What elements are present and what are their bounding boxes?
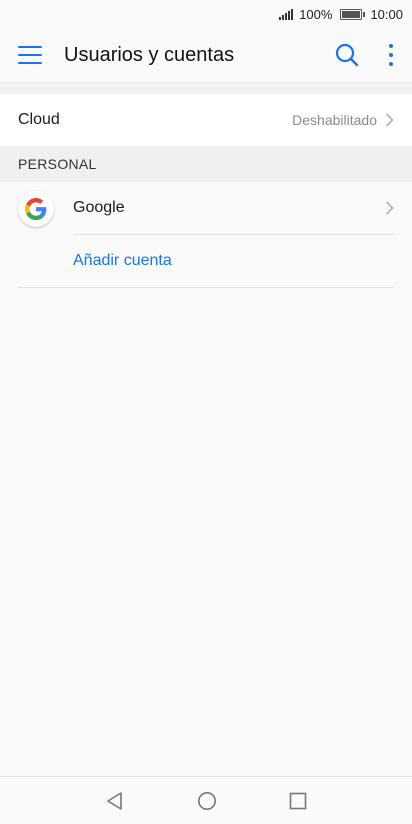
navigation-bar bbox=[0, 776, 412, 824]
cloud-row[interactable]: Cloud Deshabilitado bbox=[0, 94, 412, 146]
back-icon[interactable] bbox=[105, 791, 125, 811]
account-label: Google bbox=[73, 199, 125, 216]
status-bar: 100% 10:00 bbox=[0, 0, 412, 28]
battery-percentage: 100% bbox=[299, 6, 333, 22]
account-list: Google Añadir cuenta bbox=[0, 182, 412, 288]
home-icon[interactable] bbox=[197, 791, 217, 811]
toolbar-divider bbox=[0, 82, 412, 94]
google-logo-icon bbox=[18, 191, 54, 227]
chevron-right-icon bbox=[385, 201, 394, 215]
add-account-button[interactable]: Añadir cuenta bbox=[18, 235, 394, 288]
signal-icon bbox=[279, 8, 294, 20]
add-account-label: Añadir cuenta bbox=[73, 252, 172, 269]
more-options-icon[interactable] bbox=[388, 44, 394, 66]
clock: 10:00 bbox=[370, 6, 403, 22]
account-item-google[interactable]: Google bbox=[18, 182, 394, 235]
battery-icon bbox=[340, 8, 366, 20]
chevron-right-icon bbox=[385, 113, 394, 127]
cloud-label: Cloud bbox=[18, 111, 60, 128]
page-title: Usuarios y cuentas bbox=[64, 43, 235, 66]
menu-icon[interactable] bbox=[18, 46, 42, 64]
search-icon[interactable] bbox=[334, 42, 360, 68]
section-header-personal: PERSONAL bbox=[0, 146, 412, 182]
cloud-status: Deshabilitado bbox=[292, 112, 377, 128]
recents-icon[interactable] bbox=[289, 792, 307, 810]
toolbar: Usuarios y cuentas bbox=[0, 28, 412, 82]
